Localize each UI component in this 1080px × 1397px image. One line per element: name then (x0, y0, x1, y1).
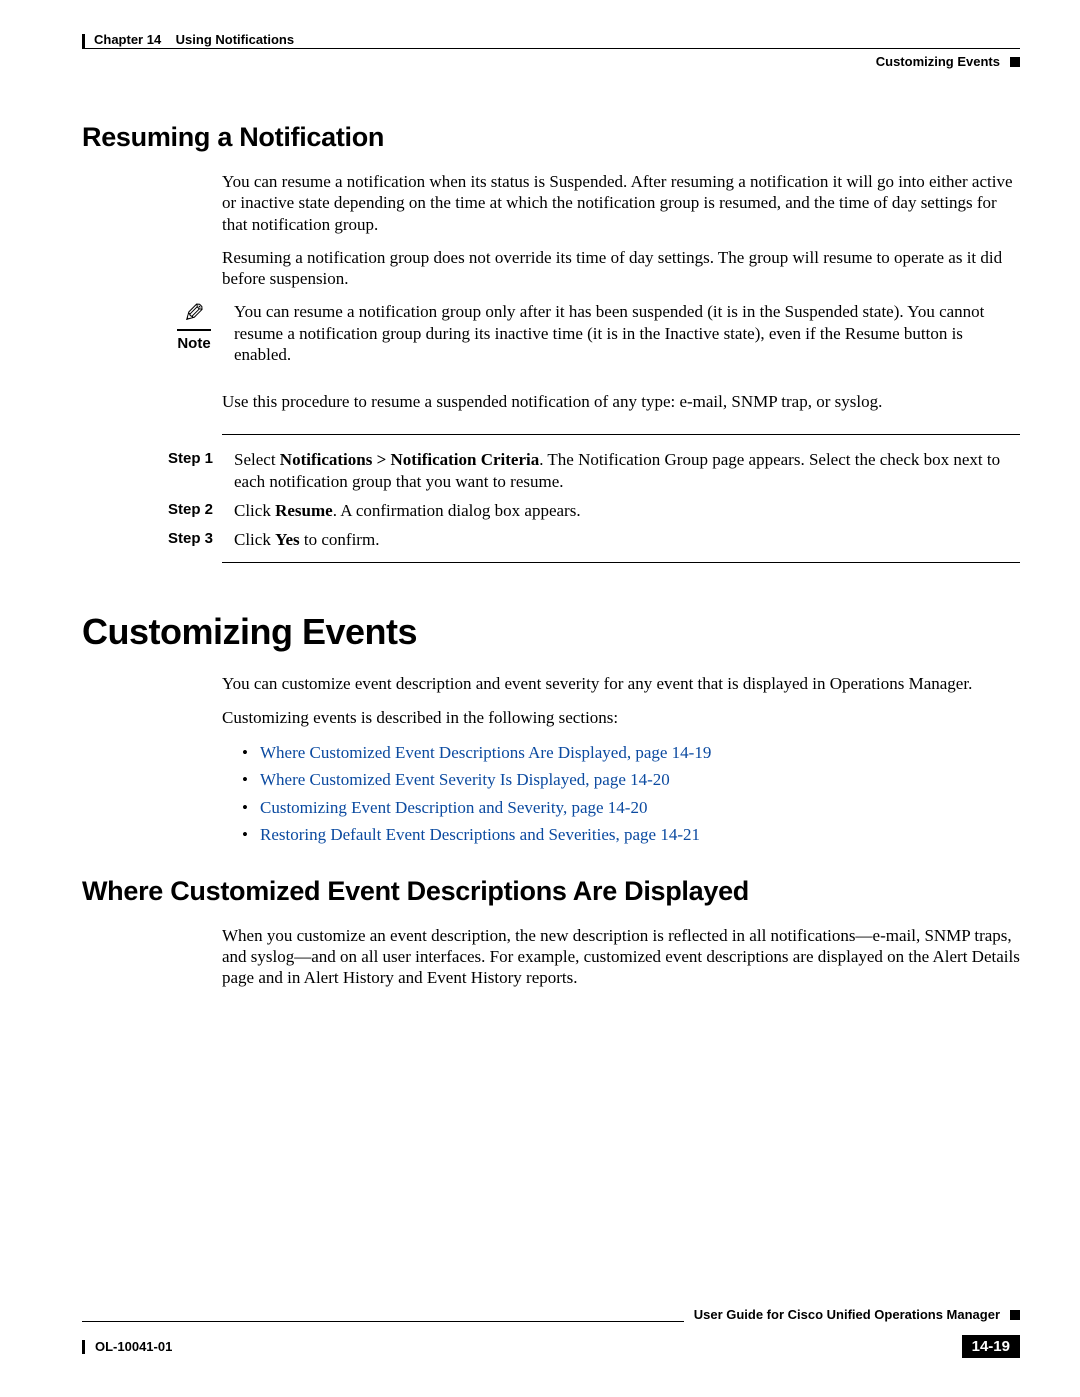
step-row: Step 2 Click Resume. A confirmation dial… (168, 500, 1020, 521)
heading-where-descriptions-displayed: Where Customized Event Descriptions Are … (82, 876, 1020, 907)
heading-resuming-notification: Resuming a Notification (82, 122, 1020, 153)
square-icon (1010, 57, 1020, 67)
heading-customizing-events: Customizing Events (82, 611, 1020, 653)
cross-reference-link[interactable]: Customizing Event Description and Severi… (260, 798, 647, 817)
note-label: Note (177, 335, 210, 352)
step-text: Click Yes to confirm. (234, 529, 1020, 550)
square-icon (1010, 1310, 1020, 1320)
footer-doc-id: OL-10041-01 (82, 1339, 172, 1354)
chapter-label: Chapter 14 (94, 32, 161, 47)
body-text: Resuming a notification group does not o… (222, 247, 1020, 290)
step-row: Step 3 Click Yes to confirm. (168, 529, 1020, 550)
header-rule (82, 48, 1020, 49)
footer-page-number: 14-19 (962, 1335, 1020, 1358)
separator-rule (222, 434, 1020, 435)
chapter-title: Using Notifications (176, 32, 294, 47)
page-footer: User Guide for Cisco Unified Operations … (82, 1311, 1020, 1359)
list-item: Customizing Event Description and Severi… (242, 795, 1020, 821)
list-item: Restoring Default Event Descriptions and… (242, 822, 1020, 848)
body-text: You can customize event description and … (222, 673, 1020, 694)
header-section-text: Customizing Events (876, 54, 1000, 69)
pencil-icon: ✎ (177, 301, 211, 331)
header-section-right: Customizing Events (876, 54, 1020, 69)
body-text: Customizing events is described in the f… (222, 707, 1020, 728)
separator-rule (222, 562, 1020, 563)
steps-list: Step 1 Select Notifications > Notificati… (168, 449, 1020, 550)
header-bar-icon (82, 34, 85, 48)
body-text: When you customize an event description,… (222, 925, 1020, 989)
step-label: Step 3 (168, 529, 220, 547)
cross-reference-link[interactable]: Where Customized Event Descriptions Are … (260, 743, 711, 762)
step-row: Step 1 Select Notifications > Notificati… (168, 449, 1020, 492)
step-text: Click Resume. A confirmation dialog box … (234, 500, 1020, 521)
note-text: You can resume a notification group only… (234, 301, 1020, 365)
header-chapter: Chapter 14 Using Notifications (94, 32, 294, 47)
cross-reference-link[interactable]: Where Customized Event Severity Is Displ… (260, 770, 670, 789)
cross-reference-link[interactable]: Restoring Default Event Descriptions and… (260, 825, 700, 844)
body-text: Use this procedure to resume a suspended… (222, 391, 1020, 412)
step-label: Step 2 (168, 500, 220, 518)
link-list: Where Customized Event Descriptions Are … (242, 740, 1020, 848)
step-label: Step 1 (168, 449, 220, 467)
page-header: Chapter 14 Using Notifications Customizi… (82, 28, 1020, 72)
list-item: Where Customized Event Severity Is Displ… (242, 767, 1020, 793)
note-block: ✎ Note You can resume a notification gro… (168, 301, 1020, 365)
step-text: Select Notifications > Notification Crit… (234, 449, 1020, 492)
body-text: You can resume a notification when its s… (222, 171, 1020, 235)
footer-bar-icon (82, 1340, 85, 1354)
footer-doc-title: User Guide for Cisco Unified Operations … (684, 1307, 1020, 1322)
list-item: Where Customized Event Descriptions Are … (242, 740, 1020, 766)
